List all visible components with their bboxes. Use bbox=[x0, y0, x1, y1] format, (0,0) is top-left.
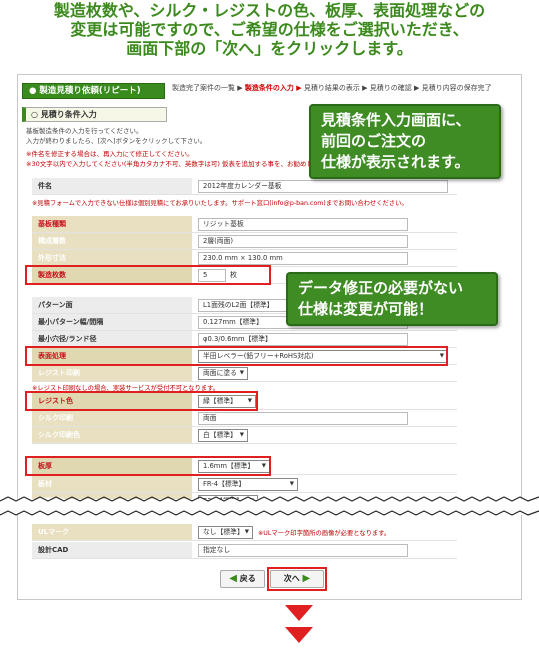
resist-color-highlight bbox=[25, 391, 258, 411]
arrow-down-icon bbox=[285, 627, 313, 643]
field-label: パターン面 bbox=[32, 297, 192, 313]
form-row-resist-print: レジスト印刷 両面に塗る bbox=[32, 365, 457, 382]
caption-line-3: 画面下部の「次へ」をクリックします。 bbox=[126, 39, 413, 58]
field-label: 基板種類 bbox=[32, 216, 192, 232]
form-row-ul-mark: ULマーク なし【標準】 ※ULマーク印字箇所の画像が必要となります。 bbox=[32, 524, 457, 541]
ul-note: ※ULマーク印字箇所の画像が必要となります。 bbox=[258, 530, 391, 537]
caption-line-1: 製造枚数や、シルク・レジストの色、板厚、表面処理などの bbox=[53, 1, 486, 20]
field-label: 構成層数 bbox=[32, 233, 192, 249]
name-input[interactable]: 2012年度カレンダー基板 bbox=[198, 180, 448, 193]
form-row-cad: 設計CAD 指定なし bbox=[32, 542, 457, 559]
cad-value: 指定なし bbox=[198, 544, 408, 557]
thickness-highlight bbox=[25, 456, 271, 476]
ul-mark-select[interactable]: なし【標準】 bbox=[198, 526, 253, 539]
silk-color-select[interactable]: 白【標準】 bbox=[198, 429, 248, 442]
layers-value: 2層(両面) bbox=[198, 235, 408, 248]
callout-line: 前回のご注文の bbox=[321, 132, 427, 150]
callout-line: 見積条件入力画面に、 bbox=[321, 111, 471, 129]
arrow-left-icon: ◀ bbox=[229, 573, 237, 584]
order-type-badge: ● 製造見積り依頼(リピート) bbox=[22, 83, 165, 99]
back-button-label: 戻る bbox=[239, 574, 256, 583]
form-row-layers: 構成層数 2層(両面) bbox=[32, 233, 457, 250]
size-value: 230.0 mm × 130.0 mm bbox=[198, 252, 408, 265]
progress-steps: 製造完了案件の一覧 ▶ 製造条件の入力 ▶ 見積り結果の表示 ▶ 見積りの確認 … bbox=[172, 83, 521, 93]
step-item-current: 製造条件の入力 ▶ bbox=[244, 84, 302, 92]
step-item: 見積り結果の表示 ▶ bbox=[303, 84, 368, 92]
form-row-silk-color: シルク印刷色 白【標準】 bbox=[32, 427, 457, 444]
step-item: 見積り内容の保存完了 bbox=[421, 84, 492, 92]
instruction-caption: 製造枚数や、シルク・レジストの色、板厚、表面処理などの 変更は可能ですので、ご希… bbox=[0, 0, 539, 58]
quantity-highlight bbox=[25, 265, 271, 285]
field-label: シルク印刷色 bbox=[32, 427, 192, 443]
callout-line: データ修正の必要がない bbox=[298, 279, 464, 297]
surface-highlight bbox=[25, 346, 448, 366]
field-label: 件名 bbox=[32, 178, 192, 194]
field-label: ULマーク bbox=[32, 524, 192, 540]
next-button-highlight bbox=[267, 567, 327, 591]
field-label: レジスト印刷 bbox=[32, 365, 192, 381]
back-button[interactable]: ◀ 戻る bbox=[220, 570, 265, 588]
callout-changeable: データ修正の必要がない 仕様は変更が可能！ bbox=[286, 272, 498, 326]
form-row-silk-print: シルク印刷 両面 bbox=[32, 410, 457, 427]
field-label: 外形寸法 bbox=[32, 250, 192, 266]
field-label: 最小穴径/ランド径 bbox=[32, 331, 192, 347]
silk-print-value: 両面 bbox=[198, 412, 408, 425]
arrow-down-icon bbox=[285, 605, 313, 621]
min-hole-value: φ0.3/0.6mm【標準】 bbox=[198, 333, 408, 346]
callout-line: 仕様が表示されます。 bbox=[321, 153, 470, 171]
field-label: 最小パターン幅/間隔 bbox=[32, 314, 192, 330]
step-item: 製造完了案件の一覧 ▶ bbox=[172, 84, 243, 92]
resist-print-select[interactable]: 両面に塗る bbox=[198, 367, 248, 380]
field-label: 設計CAD bbox=[32, 542, 192, 558]
caption-line-2: 変更は可能ですので、ご希望の仕様をご選択いただき、 bbox=[70, 20, 469, 39]
callout-line: 仕様は変更が可能！ bbox=[298, 300, 434, 318]
callout-previous-spec: 見積条件入力画面に、 前回のご注文の 仕様が表示されます。 bbox=[309, 104, 501, 179]
step-item: 見積りの確認 ▶ bbox=[369, 84, 420, 92]
form-row-board-type: 基板種類 リジット基板 bbox=[32, 216, 457, 233]
page-break-tear bbox=[0, 496, 539, 516]
section-title: ○ 見積り条件入力 bbox=[22, 107, 167, 122]
board-type-value: リジット基板 bbox=[198, 218, 408, 231]
form-row-name: 件名 2012年度カレンダー基板 bbox=[32, 178, 457, 195]
contact-note: ※見積フォームで入力できない仕様は個別見積にてお承りいたします。サポート窓口(i… bbox=[32, 200, 408, 207]
field-label: シルク印刷 bbox=[32, 410, 192, 426]
